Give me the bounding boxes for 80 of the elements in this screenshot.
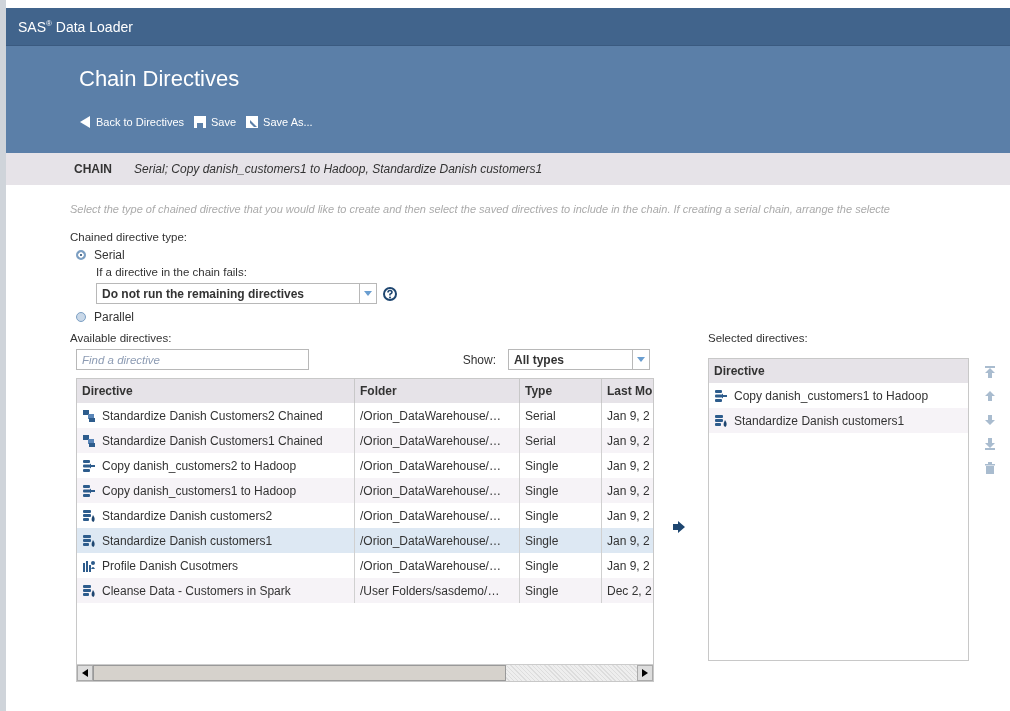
show-label: Show: <box>462 352 496 367</box>
table-cell: Jan 9, 2 <box>607 508 650 523</box>
caret-icon <box>364 291 372 296</box>
scroll-left-icon[interactable] <box>82 669 88 677</box>
database-arrow-icon <box>82 458 96 473</box>
save-as-button[interactable]: Save As... <box>246 116 313 128</box>
fail-dropdown[interactable]: Do not run the remaining directives <box>96 283 377 304</box>
radio-icon[interactable] <box>76 312 86 322</box>
table-cell: Standardize Danish customers2 <box>102 508 273 523</box>
caret-icon <box>637 357 645 362</box>
available-label: Available directives: <box>70 332 173 344</box>
table-row[interactable]: Standardize Danish customers1 <box>709 408 968 433</box>
table-cell: Jan 9, 2 <box>607 483 650 498</box>
table-cell: Single <box>525 483 559 498</box>
horizontal-scrollbar[interactable] <box>77 664 653 681</box>
radio-option[interactable]: Parallel <box>76 310 135 324</box>
save-as-icon <box>246 116 259 128</box>
help-icon[interactable] <box>383 286 397 301</box>
scroll-right-icon[interactable] <box>642 669 648 677</box>
back-link[interactable]: Back to Directives <box>79 116 185 128</box>
table-cell: /Orion_DataWarehouse/… <box>360 408 501 423</box>
table-cell: /Orion_DataWarehouse/… <box>360 458 501 473</box>
table-cell: /Orion_DataWarehouse/… <box>360 533 501 548</box>
radio-icon[interactable] <box>76 250 86 260</box>
back-arrow-icon <box>79 116 91 128</box>
selected-label: Selected directives: <box>708 332 809 344</box>
table-cell: /Orion_DataWarehouse/… <box>360 483 501 498</box>
table-cell: Dec 2, 2 <box>607 583 652 598</box>
add-arrow-icon[interactable] <box>673 521 685 533</box>
table-cell: Jan 9, 2 <box>607 408 650 423</box>
product-name: SAS$^{®}$ Data Loader <box>18 18 133 35</box>
table-cell: Single <box>525 508 559 523</box>
type-label: Chained directive type: <box>70 231 188 243</box>
save-button[interactable]: Save <box>194 116 237 128</box>
database-drop-icon <box>82 533 96 548</box>
instructions-text: Select the type of chained directive that you would like to create and then select the saved directives to include in the chain. If creating a serial chain, arrange the selecte <box>70 203 891 215</box>
column-header[interactable]: Directive <box>709 359 968 383</box>
table-row[interactable]: Copy danish_customers1 to Hadoop /Orion_DataWarehouse/… Single Jan 9, 2 <box>77 478 653 503</box>
table-cell: Jan 9, 2 <box>607 458 650 473</box>
radio-option[interactable]: Serial <box>76 248 125 262</box>
table-cell: Standardize Danish customers1 <box>734 413 905 428</box>
search-field[interactable]: Find a directive <box>76 349 309 370</box>
chain-label: CHAIN <box>74 162 112 176</box>
table-cell: Serial <box>525 433 556 448</box>
database-drop-icon <box>82 583 96 598</box>
table-cell: Single <box>525 583 559 598</box>
table-cell: Copy danish_customers2 to Hadoop <box>102 458 297 473</box>
table-row[interactable]: Cleanse Data - Customers in Spark /User Folders/sasdemo/… Single Dec 2, 2 <box>77 578 653 603</box>
database-drop-icon <box>714 413 728 428</box>
table-row[interactable]: Standardize Danish Customers1 Chained /Orion_DataWarehouse/… Serial Jan 9, 2 <box>77 428 653 453</box>
table-row[interactable]: Standardize Danish customers1 /Orion_DataWarehouse/… Single Jan 9, 2 <box>77 528 653 553</box>
table-cell: Single <box>525 458 559 473</box>
chain-icon <box>82 433 96 448</box>
table-cell: Copy danish_customers1 to Hadoop <box>734 388 929 403</box>
table-cell: Single <box>525 533 559 548</box>
table-cell: Jan 9, 2 <box>607 558 650 573</box>
table-cell: /Orion_DataWarehouse/… <box>360 558 501 573</box>
table-cell: Serial <box>525 408 556 423</box>
save-icon <box>194 116 207 128</box>
chain-icon <box>82 408 96 423</box>
table-cell: Standardize Danish Customers2 Chained <box>102 408 323 423</box>
table-cell: Jan 9, 2 <box>607 433 650 448</box>
database-drop-icon <box>82 508 96 523</box>
type-dropdown[interactable]: All types <box>508 349 650 370</box>
table-cell: Jan 9, 2 <box>607 533 650 548</box>
database-arrow-icon <box>82 483 96 498</box>
database-arrow-icon <box>714 388 728 403</box>
table-cell: /User Folders/sasdemo/… <box>360 583 500 598</box>
table-cell: Profile Danish Cusotmers <box>102 558 239 573</box>
table-cell: Standardize Danish Customers1 Chained <box>102 433 323 448</box>
table-cell: Standardize Danish customers1 <box>102 533 273 548</box>
table-cell: Single <box>525 558 559 573</box>
chain-summary: Serial; Copy danish_customers1 to Hadoop, Standardize Danish customers1 <box>134 162 543 176</box>
table-cell: Cleanse Data - Customers in Spark <box>102 583 291 598</box>
table-cell: /Orion_DataWarehouse/… <box>360 433 501 448</box>
fail-label: If a directive in the chain fails: <box>96 266 248 278</box>
table-cell: Copy danish_customers1 to Hadoop <box>102 483 297 498</box>
profile-chart-icon <box>82 558 96 573</box>
page-title: Chain Directives <box>79 66 241 92</box>
table-cell: /Orion_DataWarehouse/… <box>360 508 501 523</box>
